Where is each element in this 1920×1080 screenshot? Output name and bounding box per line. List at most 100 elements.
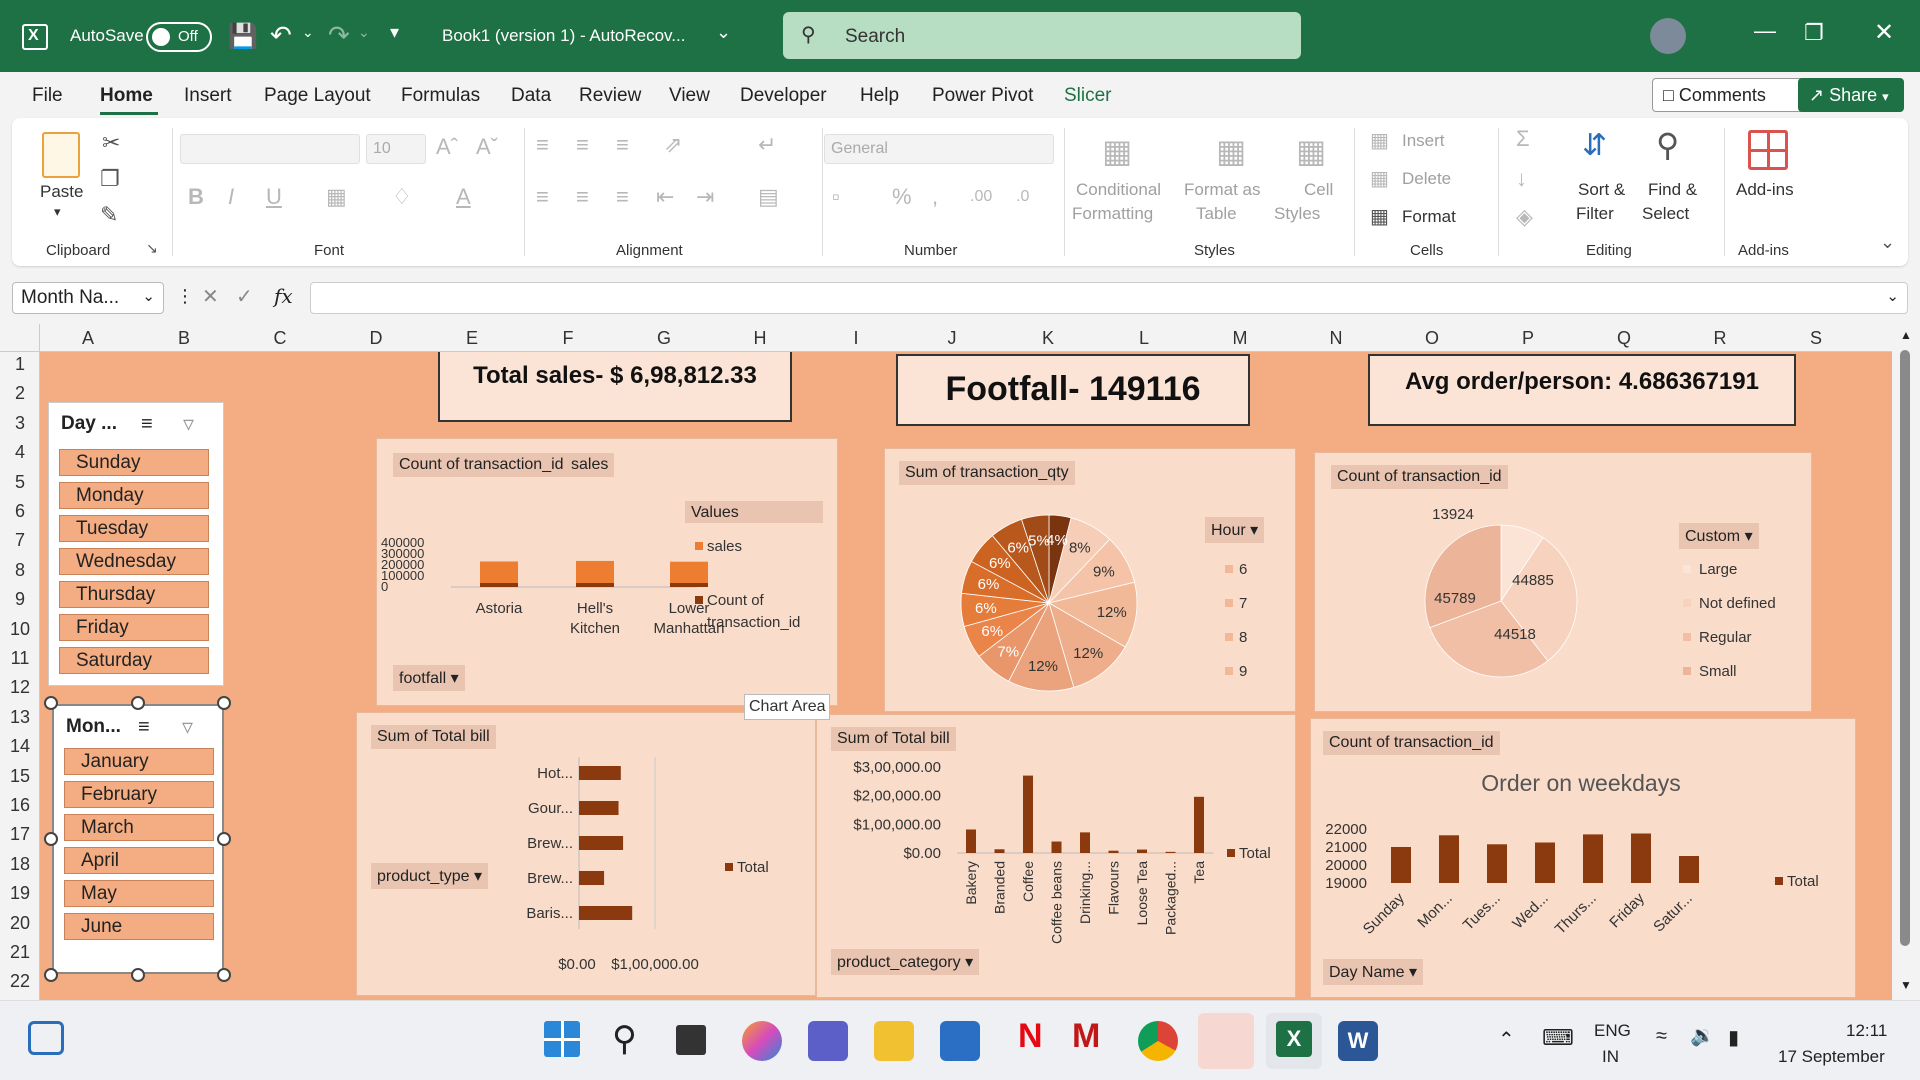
more-options-icon[interactable]: ⋮ [176, 286, 194, 307]
column-header-h[interactable]: H [712, 328, 808, 349]
borders-icon[interactable]: ▦ [326, 184, 347, 210]
row-header-12[interactable]: 12 [0, 677, 40, 698]
copy-icon[interactable]: ❐ [100, 166, 120, 192]
tab-data[interactable]: Data [511, 85, 551, 107]
format-as-table-label-2[interactable]: Table [1196, 204, 1237, 224]
format-cells-icon[interactable]: ▦ [1370, 204, 1389, 229]
column-header-q[interactable]: Q [1576, 328, 1672, 349]
resize-handle[interactable] [217, 832, 231, 846]
decrease-indent-icon[interactable]: ⇤ [656, 184, 674, 210]
tray-chevron-icon[interactable]: ⌃ [1498, 1027, 1515, 1052]
column-header-n[interactable]: N [1288, 328, 1384, 349]
sort-filter-label-2[interactable]: Filter [1576, 204, 1614, 224]
row-header-4[interactable]: 4 [0, 442, 40, 463]
underline-icon[interactable]: U [266, 184, 282, 210]
clipboard-launcher-icon[interactable]: ↘ [146, 240, 158, 257]
increase-decimal-icon[interactable]: .00 [970, 188, 992, 206]
format-cells-button[interactable]: Format [1402, 207, 1456, 227]
name-box[interactable]: Month Na... ⌄ [12, 282, 164, 314]
column-header-b[interactable]: B [136, 328, 232, 349]
slicer-item-may[interactable]: May [64, 880, 214, 907]
column-header-m[interactable]: M [1192, 328, 1288, 349]
task-view-icon[interactable] [676, 1025, 706, 1055]
teams-icon[interactable] [808, 1021, 848, 1061]
column-header-o[interactable]: O [1384, 328, 1480, 349]
slicer-item-saturday[interactable]: Saturday [59, 647, 209, 674]
word-taskbar-icon[interactable]: W [1338, 1021, 1378, 1061]
fill-color-icon[interactable]: ♢ [392, 184, 412, 210]
row-header-18[interactable]: 18 [0, 854, 40, 875]
restore-icon[interactable]: ❐ [1804, 20, 1824, 46]
volume-icon[interactable]: 🔉 [1690, 1023, 1715, 1048]
pivot-legend-button[interactable]: Custom ▾ [1679, 523, 1759, 549]
language-label[interactable]: ENG [1594, 1021, 1631, 1041]
chrome-icon[interactable] [1138, 1021, 1178, 1061]
font-color-icon[interactable]: A [456, 184, 471, 210]
expand-formula-icon[interactable]: ⌄ [1886, 287, 1899, 305]
tab-file[interactable]: File [32, 85, 63, 107]
column-header-i[interactable]: I [808, 328, 904, 349]
fill-icon[interactable]: ↓ [1516, 166, 1527, 192]
row-header-1[interactable]: 1 [0, 354, 40, 375]
chart-panel-size-orders[interactable]: 13924 44885 44518 45789 Large Not defined Regu… [1314, 452, 1812, 712]
scroll-up-icon[interactable]: ▲ [1900, 328, 1912, 342]
kpi-footfall[interactable]: Footfall- 149116 [896, 354, 1250, 426]
find-select-label-2[interactable]: Select [1642, 204, 1689, 224]
delete-cells-button[interactable]: Delete [1402, 169, 1451, 189]
pivot-value-button[interactable]: Sum of Total bill [371, 725, 496, 749]
row-header-14[interactable]: 14 [0, 736, 40, 757]
paste-button[interactable]: Paste [40, 182, 83, 202]
orientation-icon[interactable]: ⇗ [664, 132, 682, 158]
italic-icon[interactable]: I [228, 184, 234, 210]
chart-panel-weekdays[interactable]: Order on weekdays 22000 21000 20000 19000 Sun… [1310, 718, 1856, 998]
formula-input[interactable]: ⌄ [310, 282, 1908, 314]
slicer-item-february[interactable]: February [64, 781, 214, 808]
cell-styles-icon[interactable]: ▦ [1296, 132, 1326, 170]
row-header-13[interactable]: 13 [0, 707, 40, 728]
add-ins-icon[interactable] [1748, 130, 1788, 170]
tab-formulas[interactable]: Formulas [401, 85, 480, 107]
mcafee-icon[interactable]: M [1072, 1017, 1100, 1056]
excel-logo-icon[interactable]: X [22, 24, 48, 50]
column-header-a[interactable]: A [40, 328, 136, 349]
customize-toolbar-icon[interactable]: ▾ [390, 22, 399, 43]
add-ins-button[interactable]: Add-ins [1736, 180, 1794, 200]
increase-font-icon[interactable]: Aˆ [436, 134, 458, 160]
row-header-17[interactable]: 17 [0, 824, 40, 845]
title-chevron-icon[interactable]: ⌄ [716, 22, 731, 43]
file-explorer-icon[interactable] [874, 1021, 914, 1061]
sort-filter-label[interactable]: Sort & [1578, 180, 1625, 200]
autosave-toggle[interactable]: Off [146, 22, 212, 52]
find-select-icon[interactable]: ⚲ [1656, 126, 1679, 164]
align-right-icon[interactable]: ≡ [616, 184, 629, 210]
enter-formula-icon[interactable]: ✓ [236, 284, 253, 309]
column-header-l[interactable]: L [1096, 328, 1192, 349]
slicer-item-tuesday[interactable]: Tuesday [59, 515, 209, 542]
undo-dropdown-icon[interactable]: ⌄ [302, 24, 314, 41]
conditional-formatting-label-2[interactable]: Formatting [1072, 204, 1153, 224]
pivot-axis-button[interactable]: product_category ▾ [831, 949, 980, 975]
insert-cells-icon[interactable]: ▦ [1370, 128, 1389, 153]
pivot-value-button[interactable]: Count of transaction_id [393, 453, 570, 477]
row-header-9[interactable]: 9 [0, 589, 40, 610]
chart-panel-store-sales[interactable]: 400000 300000 200000 100000 0 Astoria Hell's Ki… [376, 438, 838, 706]
document-title[interactable]: Book1 (version 1) - AutoRecov... [442, 26, 685, 46]
vertical-scrollbar[interactable]: ▲ ▼ [1892, 324, 1920, 1000]
row-header-3[interactable]: 3 [0, 413, 40, 434]
pivot-legend-button[interactable]: Hour ▾ [1205, 517, 1265, 543]
row-header-20[interactable]: 20 [0, 913, 40, 934]
slicer-item-january[interactable]: January [64, 748, 214, 775]
undo-icon[interactable]: ↶ [270, 20, 292, 51]
row-header-16[interactable]: 16 [0, 795, 40, 816]
cut-icon[interactable]: ✂ [102, 130, 120, 156]
slicer-item-friday[interactable]: Friday [59, 614, 209, 641]
decrease-decimal-icon[interactable]: .0 [1016, 188, 1029, 206]
tab-review[interactable]: Review [579, 85, 641, 107]
chart-panel-product-type[interactable]: Hot... Gour... Brew... Brew... Baris... $0.00… [356, 712, 816, 996]
clock-time[interactable]: 12:11 [1846, 1021, 1887, 1041]
keyboard-icon[interactable]: ⌨ [1542, 1025, 1574, 1051]
select-all-button[interactable] [0, 324, 40, 352]
font-family-select[interactable] [180, 134, 360, 164]
collapse-ribbon-icon[interactable]: ⌄ [1880, 232, 1895, 253]
region-label[interactable]: IN [1602, 1047, 1619, 1067]
